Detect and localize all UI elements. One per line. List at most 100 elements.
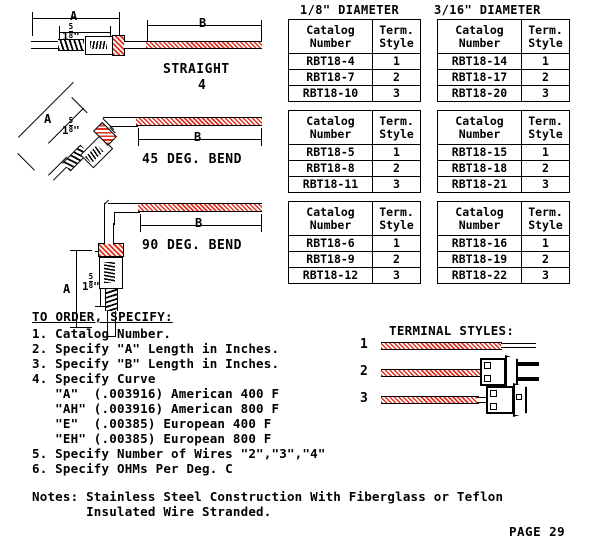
probe-lead-wire bbox=[146, 41, 262, 49]
cell-style: 2 bbox=[521, 251, 570, 268]
header-catalog-line1: Catalog bbox=[306, 23, 355, 38]
table-row: RBT18-16 1 bbox=[437, 235, 570, 252]
order-item-curve-a: "A" (.003916) American 400 F bbox=[32, 386, 280, 401]
terminal-style-2-pin-upper bbox=[517, 362, 539, 366]
diagram-straight: A 1 5 8 " B STRAIGHT 4 bbox=[0, 0, 280, 95]
catalog-table-1-8-a: Catalog Number Term. Style RBT18-4 1 RBT1… bbox=[288, 19, 421, 102]
header-catalog-line2: Number bbox=[309, 35, 352, 50]
catalog-table-3-16-a: Catalog Number Term. Style RBT18-14 1 RBT… bbox=[437, 19, 570, 102]
header-term-line1: Term. bbox=[379, 23, 414, 38]
dim-b-extension-right bbox=[261, 20, 263, 42]
header-catalog-line1: Catalog bbox=[306, 114, 355, 129]
header-catalog-number: Catalog Number bbox=[288, 19, 373, 54]
bend90-caption: 90 DEG. BEND bbox=[142, 238, 242, 253]
table-row: RBT18-11 3 bbox=[288, 176, 421, 193]
table-header-row: Catalog Number Term. Style bbox=[288, 110, 421, 145]
bend45-lead-wire bbox=[136, 117, 262, 126]
header-term-style: Term. Style bbox=[372, 110, 421, 145]
catalog-table-3-16-b: Catalog Number Term. Style RBT18-15 1 RBT… bbox=[437, 110, 570, 193]
dim-a-label: A bbox=[70, 9, 78, 23]
terminal-style-2-contact-lower bbox=[484, 375, 491, 382]
cell-style: 2 bbox=[372, 160, 421, 177]
table-row: RBT18-17 2 bbox=[437, 69, 570, 86]
bend90-elbow-mid bbox=[115, 212, 140, 214]
bend90-elbow-outer bbox=[104, 203, 106, 224]
cell-catalog: RBT18-7 bbox=[288, 69, 373, 86]
header-catalog-line2: Number bbox=[309, 126, 352, 141]
header-term-style: Term. Style bbox=[521, 110, 570, 145]
table-header-row: Catalog Number Term. Style bbox=[288, 19, 421, 54]
header-catalog-line2: Number bbox=[458, 217, 501, 232]
header-term-line2: Style bbox=[379, 217, 414, 232]
order-item-curve-ah: "AH" (.003916) American 800 F bbox=[32, 401, 280, 416]
bend90-dim-b-label: B bbox=[195, 216, 203, 230]
dim-b-label: B bbox=[199, 16, 207, 30]
cell-style: 2 bbox=[521, 69, 570, 86]
catalog-table-1-8-b: Catalog Number Term. Style RBT18-5 1 RBT1… bbox=[288, 110, 421, 193]
cell-style: 3 bbox=[372, 85, 421, 102]
cell-catalog: RBT18-17 bbox=[437, 69, 522, 86]
bend45-dim-b-ext-left bbox=[138, 128, 140, 146]
bend45-elbow-lower bbox=[110, 126, 138, 128]
header-term-line2: Style bbox=[528, 35, 563, 50]
cell-catalog: RBT18-10 bbox=[288, 85, 373, 102]
cell-style: 2 bbox=[372, 251, 421, 268]
terminal-style-3-number: 3 bbox=[360, 391, 368, 406]
order-item-1: 1. Catalog Number. bbox=[32, 326, 172, 341]
cell-style: 3 bbox=[372, 176, 421, 193]
page-number: PAGE 29 bbox=[509, 524, 566, 539]
diagram-bend-90: A 1 5 8 " B 90 DEG. BEND bbox=[0, 195, 280, 337]
bend45-dim-b-ext-right bbox=[261, 128, 263, 146]
bend45-caption: 45 DEG. BEND bbox=[142, 152, 242, 167]
bend90-sheath-transition bbox=[98, 243, 124, 257]
header-term-style: Term. Style bbox=[372, 201, 421, 236]
cell-style: 1 bbox=[521, 144, 570, 161]
cell-catalog: RBT18-12 bbox=[288, 267, 373, 284]
header-catalog-line1: Catalog bbox=[455, 114, 504, 129]
cell-catalog: RBT18-6 bbox=[288, 235, 373, 252]
cell-catalog: RBT18-19 bbox=[437, 251, 522, 268]
cell-catalog: RBT18-18 bbox=[437, 160, 522, 177]
probe-spring bbox=[58, 39, 84, 51]
terminal-style-1-number: 1 bbox=[360, 337, 368, 352]
terminal-style-1-wire bbox=[381, 342, 502, 350]
header-catalog-line1: Catalog bbox=[455, 23, 504, 38]
order-item-curve-eh: "EH" (.00385) European 800 F bbox=[32, 431, 272, 446]
table-header-row: Catalog Number Term. Style bbox=[288, 201, 421, 236]
terminal-style-1-bare-lead bbox=[501, 343, 536, 348]
cell-catalog: RBT18-4 bbox=[288, 53, 373, 70]
header-term-style: Term. Style bbox=[372, 19, 421, 54]
straight-stray-number: 4 bbox=[198, 78, 207, 93]
header-term-line1: Term. bbox=[528, 205, 563, 220]
bend90-elbow-inner bbox=[114, 212, 116, 225]
bend45-elbow-upper bbox=[103, 117, 137, 119]
header-term-line1: Term. bbox=[528, 23, 563, 38]
table-row: RBT18-18 2 bbox=[437, 160, 570, 177]
diameter-title-3-16: 3/16" DIAMETER bbox=[434, 3, 541, 17]
probe-stem bbox=[31, 41, 61, 49]
table-header-row: Catalog Number Term. Style bbox=[437, 201, 570, 236]
bend90-dim-a-ext-top bbox=[70, 250, 92, 252]
dim-a-extension-left bbox=[32, 12, 34, 36]
cell-style: 1 bbox=[372, 235, 421, 252]
cell-catalog: RBT18-8 bbox=[288, 160, 373, 177]
cell-style: 1 bbox=[372, 144, 421, 161]
cell-style: 1 bbox=[521, 53, 570, 70]
header-catalog-line1: Catalog bbox=[306, 205, 355, 220]
header-catalog-number: Catalog Number bbox=[288, 201, 373, 236]
table-row: RBT18-21 3 bbox=[437, 176, 570, 193]
bend45-dim-a-label: A bbox=[44, 112, 52, 126]
bend90-lead-vertical bbox=[104, 223, 114, 244]
header-term-line2: Style bbox=[379, 126, 414, 141]
diameter-title-1-8: 1/8" DIAMETER bbox=[300, 3, 400, 17]
table-row: RBT18-15 1 bbox=[437, 144, 570, 161]
header-term-line2: Style bbox=[379, 35, 414, 50]
cell-style: 1 bbox=[372, 53, 421, 70]
bend90-elbow-top bbox=[108, 203, 140, 205]
order-item-4: 4. Specify Curve bbox=[32, 371, 156, 386]
table-header-row: Catalog Number Term. Style bbox=[437, 110, 570, 145]
header-term-line1: Term. bbox=[528, 114, 563, 129]
cell-catalog: RBT18-22 bbox=[437, 267, 522, 284]
header-term-line2: Style bbox=[528, 217, 563, 232]
table-row: RBT18-6 1 bbox=[288, 235, 421, 252]
